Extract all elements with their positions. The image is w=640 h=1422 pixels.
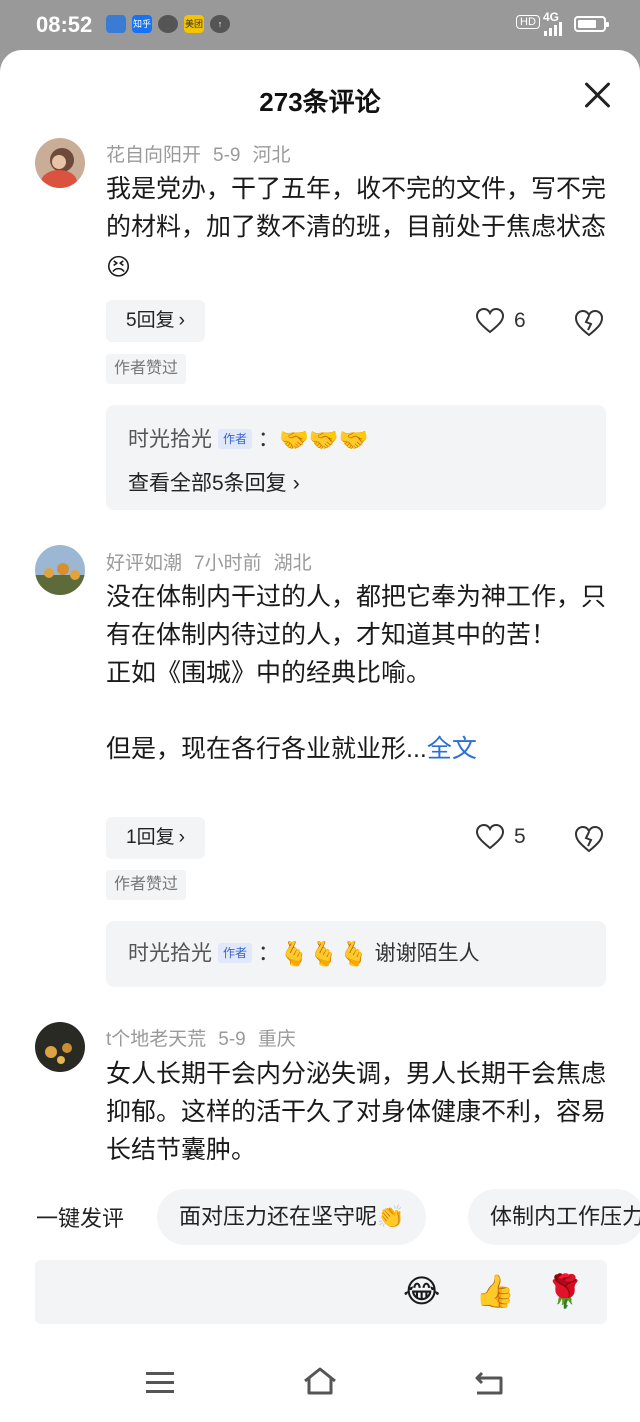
comment-text: 我是党办，干了五年，收不完的文件，写不完的材料，加了数不清的班，目前处于焦虑状态… xyxy=(106,170,606,287)
reply-count-label: 5回复 xyxy=(126,310,175,331)
system-nav-bar xyxy=(0,1350,640,1422)
signal-icon xyxy=(544,22,562,36)
comment-region: 湖北 xyxy=(273,553,312,574)
comments-title: 273条评论 xyxy=(259,87,381,117)
broken-heart-icon[interactable] xyxy=(574,308,604,338)
sub-reply-username[interactable]: 时光拾光 xyxy=(128,942,212,965)
chevron-right-icon: › xyxy=(292,472,300,495)
view-all-replies-link[interactable]: 查看全部5条回复 › xyxy=(128,467,300,497)
comment-username[interactable]: 花自向阳开 xyxy=(106,145,201,166)
comment-meta: 好评如潮 7小时前 湖北 xyxy=(106,548,324,575)
handshake-emoji: 🤝🤝🤝 xyxy=(279,427,369,454)
status-time: 08:52 xyxy=(36,12,93,37)
comment-username[interactable]: t个地老天荒 xyxy=(106,1029,206,1050)
colon-separator: ： xyxy=(258,428,280,451)
quick-comment-pill[interactable]: 面对压力还在坚守呢👏 xyxy=(157,1189,427,1245)
sub-reply-box[interactable]: 时光拾光 作者 ：🫰🫰🫰 谢谢陌生人 xyxy=(106,921,606,987)
broken-heart-icon[interactable] xyxy=(574,824,604,854)
battery-icon xyxy=(574,16,609,32)
comment-text-content: 没在体制内干过的人，都把它奉为神工作，只有在体制内待过的人，才知道其中的苦！ 正… xyxy=(106,583,607,763)
like-count: 6 xyxy=(514,309,526,332)
comments-sheet: 273条评论 花自向阳开 5-9 河北 我是党办，干了五年，收不完的文件，写不完的材… xyxy=(0,50,640,1422)
frustrated-emoji: 😣 xyxy=(106,254,132,281)
avatar[interactable] xyxy=(35,138,85,188)
comment-region: 河北 xyxy=(252,145,291,166)
author-liked-tag: 作者赞过 xyxy=(106,870,187,900)
like-button[interactable]: 6 xyxy=(476,304,556,340)
comment-username[interactable]: 好评如潮 xyxy=(106,553,182,574)
menu-icon[interactable] xyxy=(146,1370,174,1394)
quick-comment-pill[interactable]: 体制内工作压力 xyxy=(468,1189,640,1245)
comment-meta: t个地老天荒 5-9 重庆 xyxy=(106,1024,308,1051)
close-icon[interactable] xyxy=(582,80,612,110)
sub-reply-line: 时光拾光 作者 ：🤝🤝🤝 xyxy=(128,423,369,455)
laughing-emoji-button[interactable]: 😂 xyxy=(403,1272,440,1310)
sub-reply-text: 谢谢陌生人 xyxy=(374,942,480,965)
app-icon-1 xyxy=(106,15,126,33)
like-button[interactable]: 5 xyxy=(476,820,556,856)
quick-comment-label: 一键发评 xyxy=(36,1206,125,1231)
app-icon-3 xyxy=(158,15,178,33)
home-icon[interactable] xyxy=(302,1366,338,1396)
colon-separator: ： xyxy=(258,942,280,965)
comment-date: 7小时前 xyxy=(194,553,262,574)
sub-reply-line: 时光拾光 作者 ：🫰🫰🫰 谢谢陌生人 xyxy=(128,937,480,969)
comment-meta: 花自向阳开 5-9 河北 xyxy=(106,140,303,167)
heart-icon xyxy=(476,824,504,850)
rose-emoji-button[interactable]: 🌹 xyxy=(545,1272,585,1310)
back-icon[interactable] xyxy=(474,1370,504,1396)
comment-input-bar[interactable]: 😂 👍 🌹 xyxy=(35,1260,607,1324)
comment-text: 女人长期干会内分泌失调，男人长期干会焦虑抑郁。这样的活干久了对身体健康不利，容易… xyxy=(106,1060,607,1164)
full-text-link[interactable]: 全文 xyxy=(427,735,477,763)
comment-date: 5-9 xyxy=(213,145,241,166)
reply-count-button[interactable]: 5回复 › xyxy=(106,300,205,342)
comment-region: 重庆 xyxy=(257,1029,296,1050)
upload-icon: ↑ xyxy=(210,15,230,33)
quick-comment-row: 一键发评 面对压力还在坚守呢👏 体制内工作压力 xyxy=(0,1185,640,1247)
author-badge: 作者 xyxy=(218,943,253,963)
like-count: 5 xyxy=(514,825,526,848)
sub-reply-box[interactable]: 时光拾光 作者 ：🤝🤝🤝 查看全部5条回复 › xyxy=(106,405,606,510)
avatar[interactable] xyxy=(35,545,85,595)
status-bar: 08:52 知乎 美团 ↑ HD 4G xyxy=(0,0,640,50)
author-badge: 作者 xyxy=(218,429,253,449)
meituan-icon: 美团 xyxy=(184,15,204,33)
chevron-right-icon: › xyxy=(178,310,185,331)
author-liked-tag: 作者赞过 xyxy=(106,354,187,384)
comment-text: 没在体制内干过的人，都把它奉为神工作，只有在体制内待过的人，才知道其中的苦！ 正… xyxy=(106,578,606,768)
view-all-label: 查看全部5条回复 xyxy=(128,472,287,495)
comment-text-content: 我是党办，干了五年，收不完的文件，写不完的材料，加了数不清的班，目前处于焦虑状态 xyxy=(106,175,607,241)
sub-reply-username[interactable]: 时光拾光 xyxy=(128,428,212,451)
finger-heart-emoji: 🫰🫰🫰 xyxy=(279,941,369,968)
chevron-right-icon: › xyxy=(178,827,185,848)
reply-count-label: 1回复 xyxy=(126,827,175,848)
avatar[interactable] xyxy=(35,1022,85,1072)
hd-icon: HD xyxy=(516,15,540,29)
thumbs-up-emoji-button[interactable]: 👍 xyxy=(475,1272,515,1310)
reply-count-button[interactable]: 1回复 › xyxy=(106,817,205,859)
heart-icon xyxy=(476,308,504,334)
comment-date: 5-9 xyxy=(218,1029,246,1050)
zhihu-icon: 知乎 xyxy=(132,15,152,33)
